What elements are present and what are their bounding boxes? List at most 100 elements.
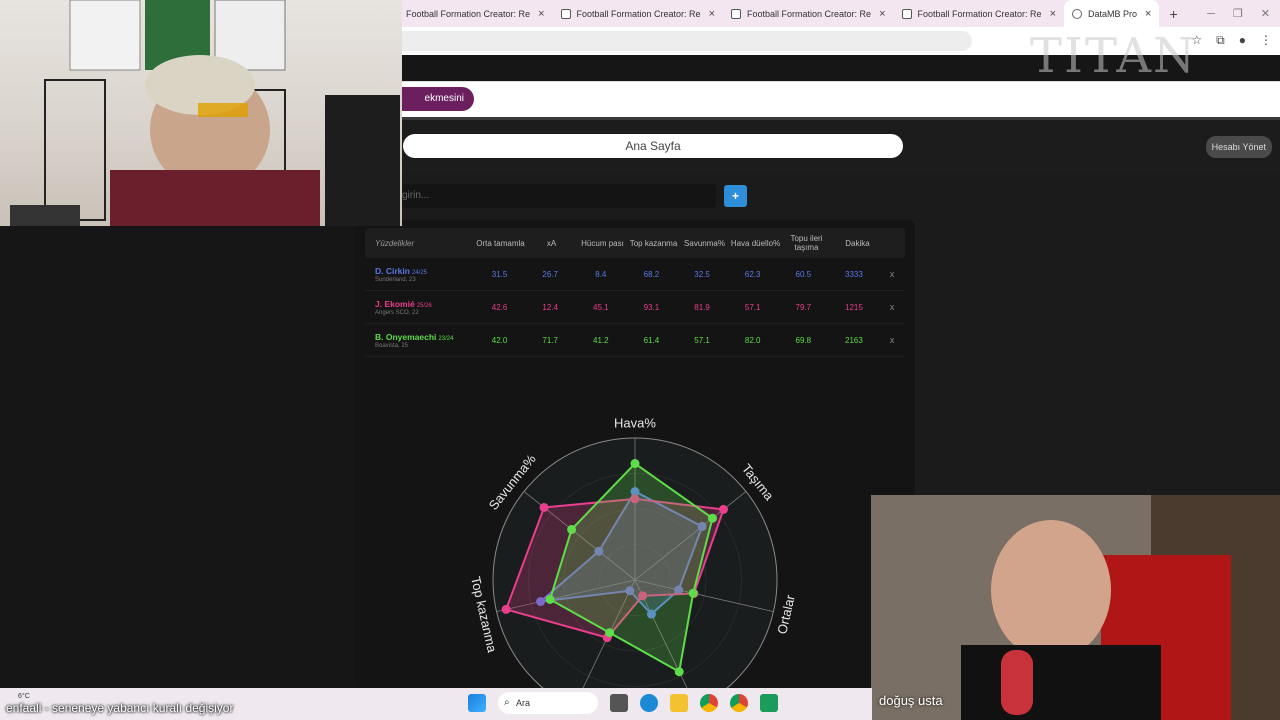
- tab-title: Football Formation Creator: Re: [747, 8, 872, 19]
- close-tab-icon[interactable]: ×: [1145, 8, 1151, 20]
- stat-value: 45.1: [593, 302, 609, 312]
- taskbar-search[interactable]: ⌕ Ara: [498, 692, 598, 714]
- browser-tab-0[interactable]: Football Formation Creator: Re ×: [402, 0, 553, 27]
- stat-value: 68.2: [643, 269, 660, 279]
- add-player-button[interactable]: +: [724, 185, 747, 207]
- chrome-icon[interactable]: [700, 694, 718, 712]
- player-season: 23/24: [438, 335, 454, 342]
- task-view-icon[interactable]: [610, 694, 628, 712]
- tab-title: Football Formation Creator: Re: [917, 8, 1042, 19]
- player-club: Boavista, 25: [375, 342, 409, 349]
- player-name[interactable]: J. Ekomié 25/26: [375, 299, 474, 309]
- remove-player-button[interactable]: x: [879, 335, 905, 345]
- column-header: Yüzdelikler: [375, 238, 415, 248]
- table-header: Yüzdelikler Orta tamamla xA Hücum pası Top k…: [365, 228, 905, 258]
- stat-value: 62.3: [744, 269, 761, 279]
- percentile-table: Yüzdelikler Orta tamamla xA Hücum pası Top k…: [365, 228, 905, 357]
- close-tab-icon[interactable]: ×: [709, 8, 715, 20]
- new-tab-button[interactable]: +: [1169, 6, 1177, 22]
- player-season: 24/25: [411, 269, 427, 276]
- player-cell: J. Ekomié 25/26 Angers SCO, 22: [365, 299, 474, 316]
- stat-value: 61.4: [643, 335, 660, 345]
- table-row: D. Cirkin 24/25 Sunderland, 23 31.5 26.7 8.4 6…: [365, 258, 905, 291]
- stat-value: 3333: [845, 269, 863, 279]
- show-bookmarks-button[interactable]: ekmesini göster: [402, 87, 474, 128]
- radar-point: [718, 504, 728, 514]
- stat-value: 8.4: [595, 269, 607, 279]
- player-cell: B. Onyemaechi 23/24 Boavista, 25: [365, 332, 474, 349]
- player-name[interactable]: D. Cirkin 24/25: [375, 266, 474, 276]
- radar-point: [501, 604, 511, 614]
- stat-value: 57.1: [744, 302, 761, 312]
- column-header: Topu ileri taşıma: [790, 234, 823, 252]
- stat-value: 2163: [845, 335, 863, 345]
- info-bar: ekmesini göster: [402, 81, 1280, 128]
- stat-value: 1215: [845, 302, 863, 312]
- stat-value: 57.1: [694, 335, 710, 345]
- tab-title: Football Formation Creator: Re: [576, 8, 701, 19]
- player-search-input[interactable]: girin...: [402, 184, 716, 208]
- table-row: J. Ekomié 25/26 Angers SCO, 22 42.6 12.4 45.1…: [365, 291, 905, 324]
- browser-tab-bar: Football Formation Creator: Re × Football …: [402, 0, 1280, 27]
- maximize-icon[interactable]: ❐: [1233, 7, 1243, 20]
- url-field[interactable]: [402, 31, 972, 51]
- column-header: Dakika: [845, 238, 870, 248]
- radar-axis-label: Hava%: [614, 415, 656, 430]
- column-header: Top kazanma: [629, 238, 678, 248]
- site-header: Ana Sayfa Hesabı Yönet: [402, 117, 1280, 172]
- player-cell: D. Cirkin 24/25 Sunderland, 23: [365, 266, 474, 283]
- tab-title: Football Formation Creator: Re: [406, 8, 531, 19]
- home-button[interactable]: Ana Sayfa: [403, 134, 903, 158]
- stat-value: 32.5: [694, 269, 710, 279]
- player-season: 25/26: [416, 302, 432, 309]
- radar-point: [567, 524, 577, 534]
- table-body: D. Cirkin 24/25 Sunderland, 23 31.5 26.7 8.4 6…: [365, 258, 905, 357]
- minimize-icon[interactable]: ─: [1207, 8, 1215, 20]
- edge-browser-icon[interactable]: [640, 694, 658, 712]
- remove-player-button[interactable]: x: [879, 269, 905, 279]
- window-controls: ─ ❐ ✕: [1207, 0, 1270, 27]
- windows-start-icon[interactable]: [468, 694, 486, 712]
- stat-value: 82.0: [744, 335, 761, 345]
- player-club: Angers SCO, 22: [375, 309, 419, 316]
- browser-tab-2[interactable]: Football Formation Creator: Re ×: [723, 0, 894, 27]
- chrome-profile-icon[interactable]: [730, 694, 748, 712]
- column-header: Savunma%: [684, 238, 725, 248]
- table-row: B. Onyemaechi 23/24 Boavista, 25 42.0 71.7 41…: [365, 324, 905, 357]
- radar-point: [545, 594, 555, 604]
- close-tab-icon[interactable]: ×: [538, 8, 544, 20]
- file-explorer-icon[interactable]: [670, 694, 688, 712]
- player-name-text: B. Onyemaechi: [375, 331, 437, 342]
- close-tab-icon[interactable]: ×: [1050, 8, 1056, 20]
- stat-value: 41.2: [593, 335, 609, 345]
- player-name-text: J. Ekomié: [375, 298, 415, 309]
- app-icon[interactable]: [760, 694, 778, 712]
- stat-value: 60.5: [795, 269, 812, 279]
- weather-widget[interactable]: 6°C: [18, 693, 30, 700]
- column-header: Hava düello%: [730, 238, 781, 248]
- stat-value: 31.5: [491, 269, 508, 279]
- stat-value: 42.6: [491, 302, 508, 312]
- radar-point: [605, 628, 615, 638]
- browser-tab-3[interactable]: Football Formation Creator: Re ×: [894, 0, 1065, 27]
- radar-point: [707, 513, 717, 523]
- stat-value: 71.7: [542, 335, 558, 345]
- browser-tab-4[interactable]: DataMB Pro ×: [1064, 0, 1160, 27]
- webcam-overlay-top-left: [0, 0, 402, 226]
- player-name-text: D. Cirkin: [375, 265, 410, 276]
- remove-player-button[interactable]: x: [879, 302, 905, 312]
- streamer-name-label: doğuş usta: [879, 693, 943, 708]
- player-name[interactable]: B. Onyemaechi 23/24: [375, 332, 474, 342]
- webcam-scene-1: [10, 0, 400, 226]
- manage-account-button[interactable]: Hesabı Yönet: [1205, 136, 1272, 158]
- tab-title: DataMB Pro: [1088, 8, 1138, 19]
- browser-tab-1[interactable]: Football Formation Creator: Re ×: [553, 0, 724, 27]
- radar-point: [630, 459, 640, 469]
- close-tab-icon[interactable]: ×: [879, 8, 885, 20]
- stat-value: 69.8: [795, 335, 812, 345]
- stat-value: 42.0: [491, 335, 508, 345]
- radar-point: [688, 588, 698, 598]
- radar-point: [539, 502, 549, 512]
- close-window-icon[interactable]: ✕: [1261, 7, 1270, 20]
- column-header: Orta tamamla: [476, 238, 525, 248]
